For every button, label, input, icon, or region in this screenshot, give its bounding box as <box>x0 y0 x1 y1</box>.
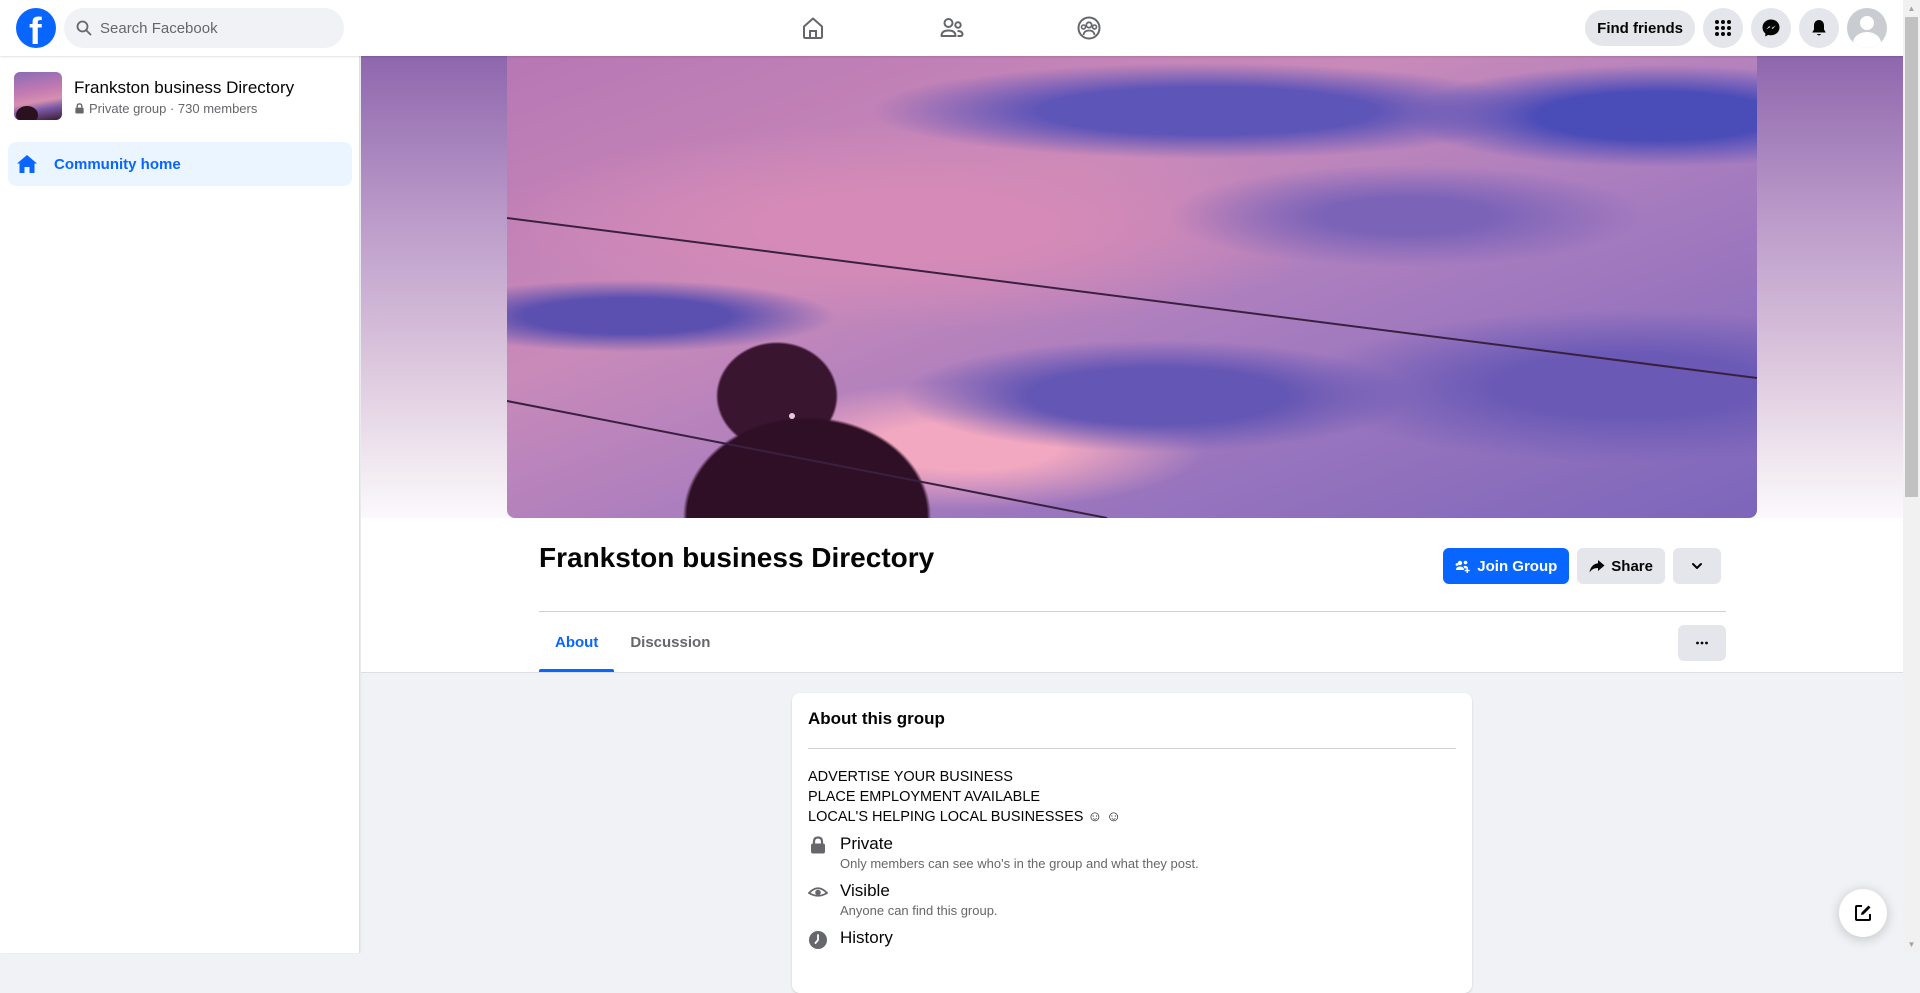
scroll-down-arrow[interactable]: ▼ <box>1903 936 1920 953</box>
group-header: Frankston business Directory Join Group … <box>361 56 1903 673</box>
share-button[interactable]: Share <box>1577 548 1665 584</box>
eye-icon <box>808 887 828 897</box>
home-icon <box>17 155 37 173</box>
nav-groups-button[interactable] <box>1071 10 1107 46</box>
share-label: Share <box>1611 557 1653 575</box>
sidebar-group-name[interactable]: Frankston business Directory <box>74 77 294 99</box>
main-content: Frankston business Directory Join Group … <box>361 56 1903 993</box>
menu-grid-icon <box>1715 20 1731 36</box>
home-icon <box>803 17 823 39</box>
info-title: History <box>840 928 893 947</box>
cover-photo-wires <box>507 217 1757 518</box>
about-card-title: About this group <box>808 709 945 728</box>
group-description: ADVERTISE YOUR BUSINESS PLACE EMPLOYMENT… <box>808 767 1121 827</box>
join-group-button[interactable]: Join Group <box>1443 548 1570 584</box>
share-arrow-icon <box>1589 560 1605 573</box>
group-members-count[interactable]: 730 members <box>178 101 257 116</box>
compose-edit-icon <box>1855 905 1871 921</box>
join-group-label: Join Group <box>1477 557 1558 575</box>
menu-button[interactable] <box>1703 8 1743 48</box>
messenger-icon <box>1762 19 1780 37</box>
about-group-card: About this group ADVERTISE YOUR BUSINESS… <box>792 693 1472 993</box>
group-thumbnail[interactable] <box>14 72 62 120</box>
left-sidebar: Frankston business Directory Private gro… <box>0 56 360 953</box>
sidebar-item-community-home[interactable]: Community home <box>8 142 352 186</box>
info-row-history: History <box>808 927 893 949</box>
find-friends-button[interactable]: Find friends <box>1585 10 1695 46</box>
notifications-button[interactable] <box>1799 8 1839 48</box>
description-line: LOCAL'S HELPING LOCAL BUSINESSES ☺ ☺ <box>808 809 1122 825</box>
info-title: Private <box>840 834 893 853</box>
scroll-up-arrow[interactable]: ▲ <box>1903 0 1920 17</box>
scrollbar-thumb[interactable] <box>1905 17 1918 497</box>
chevron-down-icon <box>1692 563 1702 569</box>
more-options-dropdown-button[interactable] <box>1673 548 1721 584</box>
groups-icon <box>1077 16 1101 40</box>
profile-avatar[interactable] <box>1847 8 1887 48</box>
sidebar-group-info: Private group · 730 members <box>74 101 294 116</box>
new-message-button[interactable] <box>1839 889 1887 937</box>
info-row-private: Private Only members can see who's in th… <box>808 833 1199 873</box>
top-right-controls: Find friends <box>1585 8 1887 48</box>
nav-home-button[interactable] <box>795 10 831 46</box>
clock-icon <box>809 931 827 949</box>
description-line: PLACE EMPLOYMENT AVAILABLE <box>808 789 1041 805</box>
group-privacy-label: Private group <box>89 100 167 116</box>
info-row-visible: Visible Anyone can find this group. <box>808 880 998 920</box>
about-divider <box>808 748 1456 749</box>
group-tabs: About Discussion <box>539 612 726 672</box>
info-subtitle: Anyone can find this group. <box>840 903 998 918</box>
tab-discussion[interactable]: Discussion <box>614 612 726 672</box>
lock-icon <box>811 836 825 854</box>
group-actions: Join Group Share <box>1443 548 1721 584</box>
lock-icon <box>75 102 84 114</box>
tabs-more-button[interactable] <box>1678 625 1726 661</box>
messenger-button[interactable] <box>1751 8 1791 48</box>
top-navigation-bar: f Find friends <box>0 0 1903 56</box>
info-title: Visible <box>840 881 890 900</box>
notifications-bell-icon <box>1812 20 1826 36</box>
search-box[interactable] <box>64 8 344 48</box>
sidebar-item-label: Community home <box>54 155 181 173</box>
tab-about[interactable]: About <box>539 612 615 672</box>
nav-friends-button[interactable] <box>934 10 970 46</box>
more-horizontal-icon <box>1696 641 1708 645</box>
page-scrollbar[interactable]: ▲ ▼ <box>1903 0 1920 953</box>
group-cover-photo[interactable] <box>507 56 1757 518</box>
description-line: ADVERTISE YOUR BUSINESS <box>808 769 1013 785</box>
search-input[interactable] <box>100 19 320 37</box>
group-join-icon <box>1455 560 1470 573</box>
info-subtitle: Only members can see who's in the group … <box>840 856 1199 871</box>
friends-icon <box>940 18 964 37</box>
facebook-logo[interactable]: f <box>16 8 56 48</box>
group-title: Frankston business Directory <box>539 542 935 573</box>
sidebar-group-header[interactable]: Frankston business Directory Private gro… <box>14 72 294 120</box>
separator: · <box>166 100 178 116</box>
search-icon <box>76 20 92 36</box>
